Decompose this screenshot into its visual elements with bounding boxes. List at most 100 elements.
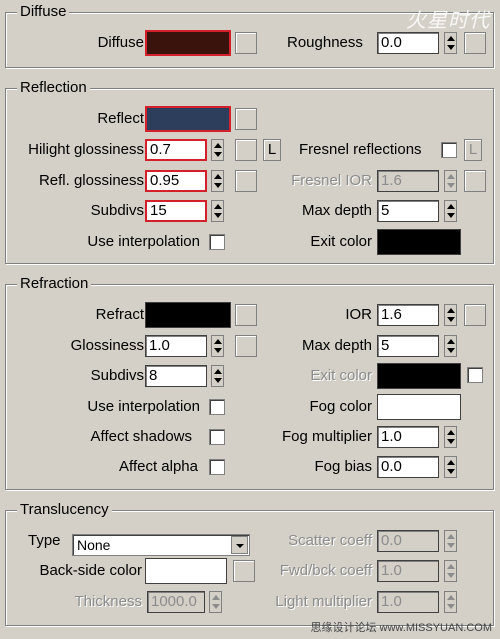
- refract-color-swatch[interactable]: [145, 302, 231, 328]
- fresnel-reflections-label: Fresnel reflections: [299, 141, 422, 158]
- fresnel-ior-map-button[interactable]: [464, 170, 486, 192]
- spinner-down-icon: [447, 543, 455, 548]
- translucency-type-select[interactable]: None: [72, 534, 250, 556]
- refraction-subdivs-spinner[interactable]: [211, 365, 224, 387]
- reflection-use-interpolation-label: Use interpolation: [87, 233, 200, 250]
- spinner-up-icon: [214, 339, 222, 344]
- diffuse-color-swatch[interactable]: [145, 30, 231, 56]
- refraction-group: Refraction Refract IOR 1.6 Glossiness 1.…: [5, 274, 494, 490]
- hilight-glossiness-label: Hilight glossiness: [28, 141, 144, 158]
- roughness-spinner[interactable]: [444, 32, 457, 54]
- reflection-subdivs-spinner[interactable]: [211, 200, 224, 222]
- hilight-lock-button[interactable]: L: [263, 139, 281, 161]
- ior-label: IOR: [345, 306, 372, 323]
- refraction-glossiness-map-button[interactable]: [235, 335, 257, 357]
- ior-input[interactable]: 1.6: [377, 304, 439, 326]
- fresnel-lock-button[interactable]: L: [464, 139, 482, 161]
- fog-bias-label: Fog bias: [314, 458, 372, 475]
- refraction-subdivs-input[interactable]: 8: [145, 365, 207, 387]
- affect-shadows-label: Affect shadows: [90, 428, 192, 445]
- spinner-up-icon: [447, 430, 455, 435]
- scatter-coeff-input[interactable]: 0.0: [377, 530, 439, 552]
- backside-color-label: Back-side color: [39, 562, 142, 579]
- refraction-use-interpolation-label: Use interpolation: [87, 398, 200, 415]
- reflection-max-depth-input[interactable]: 5: [377, 200, 439, 222]
- fresnel-ior-spinner[interactable]: [444, 170, 457, 192]
- refraction-use-interpolation-checkbox[interactable]: [209, 399, 225, 415]
- spinner-up-icon: [214, 204, 222, 209]
- fresnel-ior-input[interactable]: 1.6: [377, 170, 439, 192]
- spinner-down-icon: [447, 573, 455, 578]
- hilight-glossiness-spinner[interactable]: [211, 139, 224, 161]
- refl-glossiness-map-button[interactable]: [235, 170, 257, 192]
- refl-glossiness-input[interactable]: 0.95: [145, 170, 207, 192]
- spinner-down-icon: [447, 213, 455, 218]
- light-multiplier-input[interactable]: 1.0: [377, 591, 439, 613]
- fog-color-label: Fog color: [309, 398, 372, 415]
- reflect-label: Reflect: [97, 110, 144, 127]
- scatter-coeff-spinner[interactable]: [444, 530, 457, 552]
- fresnel-reflections-checkbox[interactable]: [441, 142, 457, 158]
- thickness-label: Thickness: [74, 593, 142, 610]
- fog-bias-spinner[interactable]: [444, 456, 457, 478]
- refraction-group-title: Refraction: [17, 274, 92, 294]
- fog-multiplier-input[interactable]: 1.0: [377, 426, 439, 448]
- type-label: Type: [28, 532, 61, 549]
- refraction-glossiness-spinner[interactable]: [211, 335, 224, 357]
- thickness-spinner[interactable]: [209, 591, 222, 613]
- refract-map-button[interactable]: [235, 304, 257, 326]
- fwd-bck-coeff-spinner[interactable]: [444, 560, 457, 582]
- reflect-color-swatch[interactable]: [145, 106, 231, 132]
- hilight-glossiness-map-button[interactable]: [235, 139, 257, 161]
- reflection-exit-color-swatch[interactable]: [377, 229, 461, 255]
- ior-map-button[interactable]: [464, 304, 486, 326]
- fwd-bck-coeff-input[interactable]: 1.0: [377, 560, 439, 582]
- light-multiplier-spinner[interactable]: [444, 591, 457, 613]
- backside-color-swatch[interactable]: [145, 558, 227, 584]
- roughness-input[interactable]: 0.0: [377, 32, 439, 54]
- reflection-subdivs-input[interactable]: 15: [145, 200, 207, 222]
- fog-multiplier-spinner[interactable]: [444, 426, 457, 448]
- refraction-exit-color-swatch[interactable]: [377, 363, 461, 389]
- affect-alpha-checkbox[interactable]: [209, 459, 225, 475]
- spinner-up-icon: [214, 369, 222, 374]
- refl-glossiness-spinner[interactable]: [211, 170, 224, 192]
- spinner-down-icon: [214, 183, 222, 188]
- affect-alpha-label: Affect alpha: [119, 458, 198, 475]
- reflection-group: Reflection Reflect Hilight glossiness 0.…: [5, 78, 494, 264]
- spinner-up-icon: [447, 564, 455, 569]
- thickness-input[interactable]: 1000.0: [147, 591, 205, 613]
- translucency-group: Translucency Type None Scatter coeff 0.0…: [5, 500, 494, 626]
- roughness-label: Roughness: [287, 34, 363, 51]
- hilight-glossiness-input[interactable]: 0.7: [145, 139, 207, 161]
- reflection-max-depth-spinner[interactable]: [444, 200, 457, 222]
- fog-color-swatch[interactable]: [377, 394, 461, 420]
- spinner-down-icon: [447, 45, 455, 50]
- spinner-down-icon: [212, 604, 220, 609]
- spinner-up-icon: [447, 174, 455, 179]
- refraction-exit-color-label: Exit color: [310, 367, 372, 384]
- refraction-glossiness-input[interactable]: 1.0: [145, 335, 207, 357]
- spinner-up-icon: [447, 308, 455, 313]
- spinner-down-icon: [447, 439, 455, 444]
- spinner-up-icon: [447, 36, 455, 41]
- spinner-up-icon: [212, 595, 220, 600]
- affect-shadows-checkbox[interactable]: [209, 429, 225, 445]
- roughness-map-button[interactable]: [464, 32, 486, 54]
- fresnel-ior-label: Fresnel IOR: [291, 172, 372, 189]
- refraction-max-depth-spinner[interactable]: [444, 335, 457, 357]
- refraction-subdivs-label: Subdivs: [90, 367, 144, 384]
- reflection-use-interpolation-checkbox[interactable]: [209, 234, 225, 250]
- fog-bias-input[interactable]: 0.0: [377, 456, 439, 478]
- refraction-exit-color-checkbox[interactable]: [467, 367, 483, 383]
- spinner-down-icon: [214, 348, 222, 353]
- refraction-max-depth-input[interactable]: 5: [377, 335, 439, 357]
- diffuse-map-button[interactable]: [235, 32, 257, 54]
- ior-spinner[interactable]: [444, 304, 457, 326]
- spinner-down-icon: [214, 213, 222, 218]
- reflection-group-title: Reflection: [17, 78, 90, 98]
- spinner-down-icon: [447, 183, 455, 188]
- footer-watermark: 思缘设计论坛 www.MISSYUAN.COM: [310, 622, 492, 634]
- reflect-map-button[interactable]: [235, 108, 257, 130]
- translucency-type-value: None: [77, 537, 111, 553]
